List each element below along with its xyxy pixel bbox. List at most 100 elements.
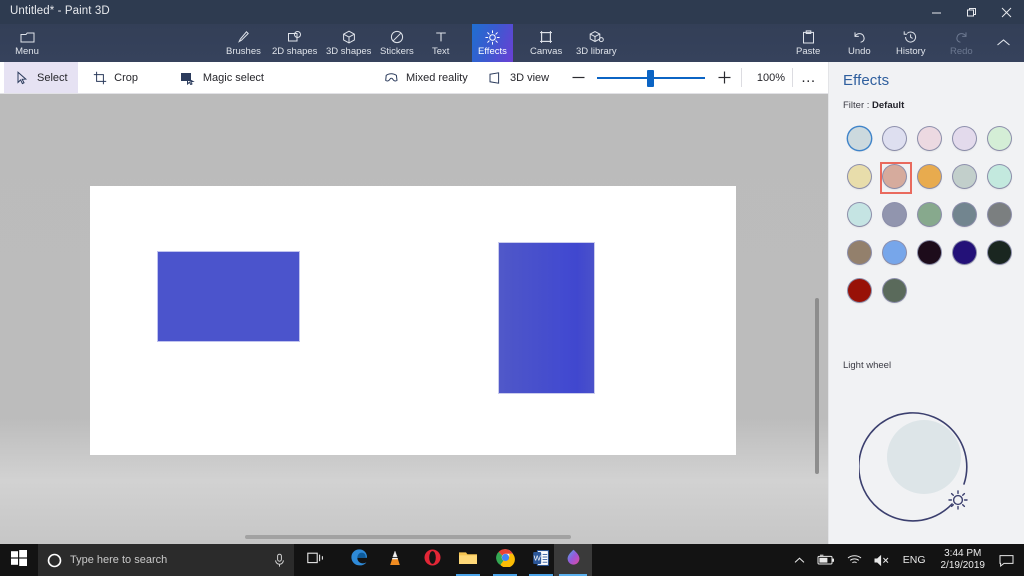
filter-swatch-17[interactable] bbox=[878, 236, 910, 268]
zoom-slider-thumb[interactable] bbox=[647, 70, 654, 87]
filter-swatch-16[interactable] bbox=[843, 236, 875, 268]
tool-select[interactable]: Select bbox=[4, 62, 78, 93]
svg-text:W: W bbox=[534, 553, 542, 562]
zoom-in-button[interactable] bbox=[711, 62, 737, 93]
filter-swatch-4[interactable] bbox=[948, 122, 980, 154]
system-tray: ENG 3:44 PM 2/19/2019 bbox=[788, 544, 1024, 576]
start-button[interactable] bbox=[0, 544, 38, 576]
tab-text[interactable]: Text bbox=[426, 24, 455, 62]
filter-swatch-21[interactable] bbox=[843, 274, 875, 306]
history-button[interactable]: History bbox=[890, 24, 932, 62]
edge-icon bbox=[350, 548, 369, 572]
filter-swatch-13[interactable] bbox=[913, 198, 945, 230]
tab-canvas[interactable]: Canvas bbox=[524, 24, 568, 62]
filter-swatch-18[interactable] bbox=[913, 236, 945, 268]
search-input[interactable]: Type here to search bbox=[38, 544, 294, 576]
filter-swatch-22[interactable] bbox=[878, 274, 910, 306]
chevron-up-icon bbox=[996, 36, 1011, 51]
minimize-button[interactable] bbox=[919, 0, 954, 24]
more-options-button[interactable]: … bbox=[794, 62, 824, 93]
blue-rectangle-shape[interactable] bbox=[158, 252, 299, 341]
filter-swatch-11[interactable] bbox=[843, 198, 875, 230]
wifi-icon[interactable] bbox=[841, 544, 868, 576]
tab-stickers[interactable]: Stickers bbox=[374, 24, 420, 62]
filter-13-dot bbox=[918, 203, 941, 226]
filter-swatch-10[interactable] bbox=[983, 160, 1015, 192]
speaker-muted-icon[interactable] bbox=[868, 544, 896, 576]
3d-library-icon bbox=[589, 30, 604, 45]
tool-mixed-reality[interactable]: Mixed reality bbox=[374, 62, 474, 93]
filter-swatch-grid bbox=[843, 122, 1015, 306]
tool-magic-select[interactable]: Magic select bbox=[170, 62, 274, 93]
ribbon-toolbar: Menu Brushes 2D shapes bbox=[0, 24, 1024, 62]
filter-swatch-3[interactable] bbox=[913, 122, 945, 154]
filter-swatch-20[interactable] bbox=[983, 236, 1015, 268]
folder-icon bbox=[458, 549, 478, 571]
battery-icon[interactable] bbox=[811, 544, 841, 576]
windows-start-icon bbox=[11, 550, 27, 571]
filter-10-dot bbox=[988, 165, 1011, 188]
close-button[interactable] bbox=[989, 0, 1024, 24]
filter-swatch-12[interactable] bbox=[878, 198, 910, 230]
chrome-icon bbox=[496, 548, 515, 572]
filter-swatch-19[interactable] bbox=[948, 236, 980, 268]
filter-swatch-8[interactable] bbox=[913, 160, 945, 192]
microphone-icon[interactable] bbox=[273, 544, 286, 576]
tray-overflow-button[interactable] bbox=[788, 544, 811, 576]
taskbar-app-paint-3d[interactable] bbox=[554, 544, 592, 576]
taskbar-app-file-explorer[interactable] bbox=[449, 544, 487, 576]
taskbar-app-chrome[interactable] bbox=[486, 544, 524, 576]
filter-swatch-9[interactable] bbox=[948, 160, 980, 192]
tab-effects[interactable]: Effects bbox=[472, 24, 513, 62]
canvas-sheet[interactable] bbox=[90, 186, 736, 455]
filter-swatch-6[interactable] bbox=[843, 160, 875, 192]
ribbon-expand-button[interactable] bbox=[988, 24, 1018, 62]
taskbar-app-opera[interactable] bbox=[413, 544, 451, 576]
zoom-percent[interactable]: 100% bbox=[748, 62, 794, 93]
paste-icon bbox=[802, 30, 815, 45]
redo-button[interactable]: Redo bbox=[944, 24, 979, 62]
filter-swatch-7[interactable] bbox=[878, 160, 910, 192]
maximize-restore-button[interactable] bbox=[954, 0, 989, 24]
redo-label: Redo bbox=[950, 46, 973, 57]
tab-3d-shapes-label: 3D shapes bbox=[326, 46, 371, 57]
filter-swatch-1[interactable] bbox=[843, 122, 875, 154]
tab-3d-shapes[interactable]: 3D shapes bbox=[320, 24, 377, 62]
blue-3d-object-shape[interactable] bbox=[499, 243, 594, 393]
zoom-out-button[interactable] bbox=[565, 62, 591, 93]
language-indicator[interactable]: ENG bbox=[896, 554, 933, 566]
menu-button[interactable]: Menu bbox=[4, 24, 50, 62]
filter-row: Filter : Default bbox=[843, 100, 904, 111]
horizontal-scrollbar-thumb[interactable] bbox=[245, 535, 571, 539]
filter-value: Default bbox=[872, 100, 904, 111]
task-view-button[interactable] bbox=[296, 544, 334, 576]
tab-3d-library[interactable]: 3D library bbox=[570, 24, 623, 62]
clock[interactable]: 3:44 PM 2/19/2019 bbox=[933, 544, 994, 576]
filter-swatch-5[interactable] bbox=[983, 122, 1015, 154]
filter-swatch-14[interactable] bbox=[948, 198, 980, 230]
tool-3d-view[interactable]: 3D view bbox=[478, 62, 556, 93]
taskbar-app-vlc[interactable] bbox=[376, 544, 414, 576]
tab-canvas-label: Canvas bbox=[530, 46, 562, 57]
tool-crop[interactable]: Crop bbox=[82, 62, 148, 93]
filter-15-dot bbox=[988, 203, 1011, 226]
canvas-workspace[interactable] bbox=[0, 94, 828, 544]
light-wheel-control[interactable] bbox=[859, 392, 989, 522]
paste-button[interactable]: Paste bbox=[790, 24, 826, 62]
search-placeholder: Type here to search bbox=[70, 554, 167, 566]
filter-swatch-15[interactable] bbox=[983, 198, 1015, 230]
action-center-icon[interactable] bbox=[993, 544, 1024, 576]
filter-swatch-2[interactable] bbox=[878, 122, 910, 154]
tab-brushes[interactable]: Brushes bbox=[220, 24, 267, 62]
undo-button[interactable]: Undo bbox=[842, 24, 877, 62]
tab-2d-shapes[interactable]: 2D shapes bbox=[266, 24, 323, 62]
brush-icon bbox=[236, 30, 250, 45]
redo-icon bbox=[954, 30, 969, 45]
paint3d-window: Untitled* - Paint 3D bbox=[0, 0, 1024, 576]
filter-19-dot bbox=[953, 241, 976, 264]
vertical-scrollbar[interactable] bbox=[816, 94, 824, 544]
vertical-scrollbar-thumb[interactable] bbox=[815, 298, 819, 474]
opera-icon bbox=[423, 548, 442, 572]
taskbar-app-edge[interactable] bbox=[340, 544, 378, 576]
3d-shapes-icon bbox=[342, 30, 356, 45]
